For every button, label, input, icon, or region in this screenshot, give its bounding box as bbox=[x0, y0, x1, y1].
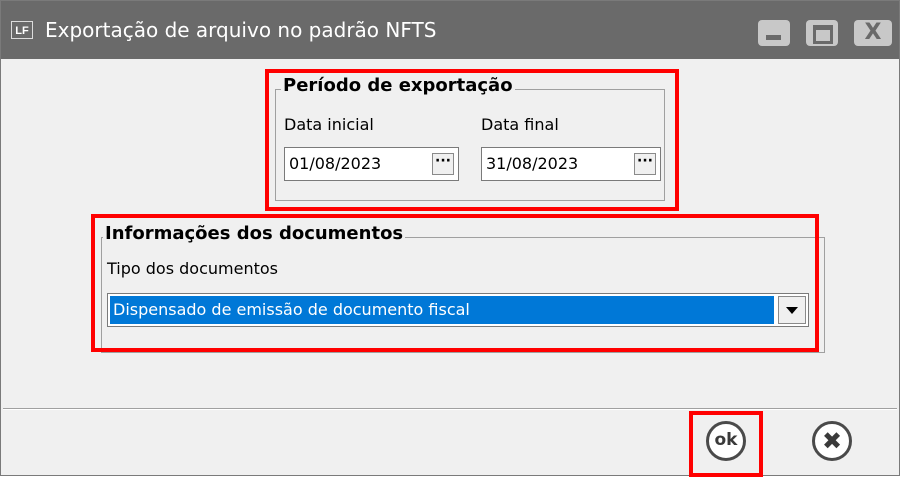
data-final-label: Data final bbox=[481, 115, 559, 134]
close-icon: X bbox=[864, 20, 882, 45]
title-bar[interactable]: LF Exportação de arquivo no padrão NFTS … bbox=[1, 1, 899, 59]
tipo-documentos-label: Tipo dos documentos bbox=[107, 259, 278, 278]
ok-button[interactable]: ok bbox=[706, 421, 746, 461]
tipo-documentos-selected: Dispensado de emissão de documento fisca… bbox=[110, 296, 774, 324]
data-inicial-picker-button[interactable]: ··· bbox=[432, 153, 454, 175]
periodo-group bbox=[275, 89, 665, 201]
documentos-group-title: Informações dos documentos bbox=[103, 223, 406, 244]
data-inicial-label: Data inicial bbox=[284, 115, 374, 134]
app-icon: LF bbox=[11, 21, 33, 39]
maximize-icon bbox=[813, 25, 833, 44]
minimize-icon bbox=[766, 35, 781, 40]
window-title: Exportação de arquivo no padrão NFTS bbox=[45, 18, 437, 42]
data-final-value: 31/08/2023 bbox=[486, 154, 579, 173]
data-final-picker-button[interactable]: ··· bbox=[634, 153, 656, 175]
data-inicial-field[interactable]: 01/08/2023 ··· bbox=[284, 147, 459, 181]
cancel-button[interactable]: ✖ bbox=[812, 421, 852, 461]
cancel-icon: ✖ bbox=[821, 427, 843, 455]
data-inicial-value: 01/08/2023 bbox=[289, 154, 382, 173]
ok-label: ok bbox=[714, 430, 738, 450]
close-button[interactable]: X bbox=[854, 20, 892, 46]
tipo-documentos-select[interactable]: Dispensado de emissão de documento fisca… bbox=[107, 293, 809, 327]
periodo-group-title: Período de exportação bbox=[281, 75, 515, 96]
minimize-button[interactable] bbox=[758, 20, 790, 46]
maximize-button[interactable] bbox=[806, 20, 838, 46]
dropdown-arrow-icon[interactable] bbox=[778, 296, 806, 324]
footer-bar bbox=[3, 410, 897, 474]
dialog-window: LF Exportação de arquivo no padrão NFTS … bbox=[0, 0, 900, 477]
data-final-field[interactable]: 31/08/2023 ··· bbox=[481, 147, 661, 181]
